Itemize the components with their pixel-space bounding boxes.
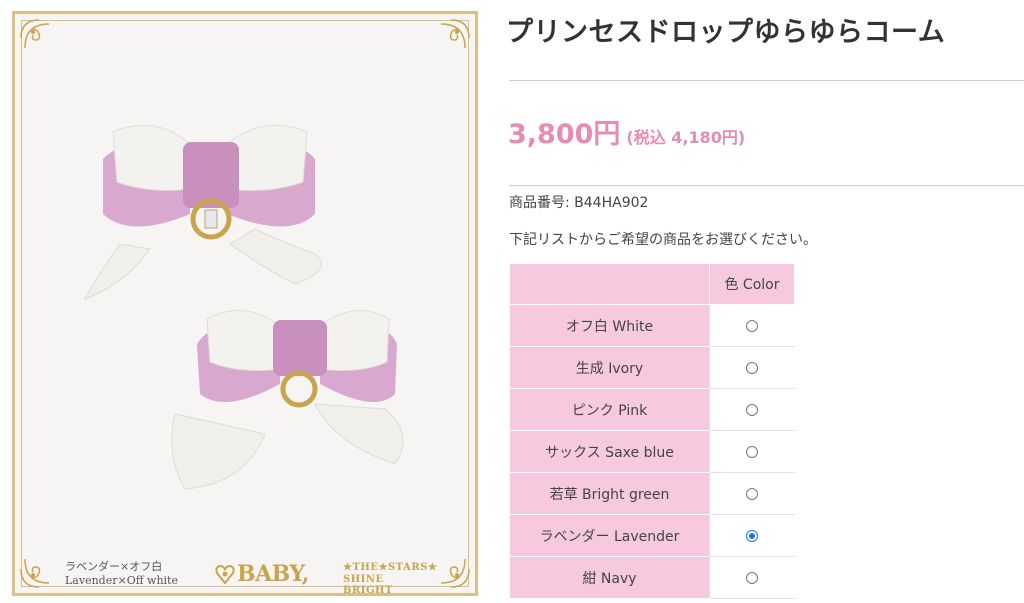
- option-radio-cell[interactable]: [709, 346, 795, 389]
- brand-sub-line1: ★THE★STARS★: [343, 562, 438, 573]
- option-radio[interactable]: [746, 571, 758, 584]
- heart-crest-icon: [215, 564, 235, 585]
- option-label: 紺 Navy: [509, 556, 710, 599]
- brand-sub-line2: SHINE BRIGHT: [343, 574, 393, 596]
- product-image[interactable]: ラベンダー×オフ白 Lavender×Off white BABY, ★THE★…: [0, 0, 490, 603]
- option-label: ラベンダー Lavender: [509, 514, 710, 557]
- option-radio[interactable]: [746, 445, 758, 458]
- option-label: ピンク Pink: [509, 388, 710, 431]
- product-sku: 商品番号: B44HA902: [509, 195, 649, 211]
- lower-bow: [171, 310, 404, 490]
- upper-bow: [83, 124, 323, 300]
- option-row: 紺 Navy: [509, 556, 795, 599]
- price-block: 3,800円 (税込 4,180円): [508, 112, 745, 151]
- caption-en: Lavender×Off white: [65, 574, 178, 587]
- option-row: ピンク Pink: [509, 388, 795, 431]
- option-radio-cell[interactable]: [709, 556, 795, 599]
- option-row: サックス Saxe blue: [509, 430, 795, 473]
- option-radio-cell[interactable]: [709, 514, 795, 557]
- option-row: 生成 Ivory: [509, 346, 795, 389]
- image-caption: ラベンダー×オフ白 Lavender×Off white: [65, 560, 178, 588]
- option-label: 若草 Bright green: [509, 472, 710, 515]
- selection-instructions: 下記リストからご希望の商品をお選びください。: [509, 232, 817, 248]
- photo-frame: ラベンダー×オフ白 Lavender×Off white BABY, ★THE★…: [12, 11, 478, 596]
- divider: [509, 80, 1024, 81]
- option-row: 若草 Bright green: [509, 472, 795, 515]
- brand-logo: BABY, ★THE★STARS★ SHINE BRIGHT: [215, 559, 438, 596]
- option-radio[interactable]: [746, 361, 758, 374]
- option-radio[interactable]: [746, 319, 758, 332]
- option-radio[interactable]: [746, 403, 758, 416]
- option-radio[interactable]: [746, 529, 758, 542]
- option-radio-cell[interactable]: [709, 430, 795, 473]
- product-title: プリンセスドロップゆらゆらコーム: [506, 17, 946, 48]
- option-radio-cell[interactable]: [709, 472, 795, 515]
- option-row: ラベンダー Lavender: [509, 514, 795, 557]
- hair-comb-illustration: [83, 124, 404, 490]
- option-radio[interactable]: [746, 487, 758, 500]
- options-header-color: 色 Color: [709, 263, 795, 305]
- caption-ja: ラベンダー×オフ白: [65, 560, 163, 573]
- divider: [509, 185, 1024, 186]
- option-label: 生成 Ivory: [509, 346, 710, 389]
- option-radio-cell[interactable]: [709, 388, 795, 431]
- option-radio-cell[interactable]: [709, 304, 795, 347]
- tax-included-price: (税込 4,180円): [626, 128, 746, 147]
- brand-name: BABY,: [237, 561, 309, 587]
- option-label: サックス Saxe blue: [509, 430, 710, 473]
- color-options-table: 色 Color オフ白 White 生成 Ivory ピンク Pink サックス Sa…: [509, 263, 795, 599]
- option-label: オフ白 White: [509, 304, 710, 347]
- option-row: オフ白 White: [509, 304, 795, 347]
- price: 3,800円: [508, 119, 621, 150]
- options-header-blank: [509, 263, 710, 305]
